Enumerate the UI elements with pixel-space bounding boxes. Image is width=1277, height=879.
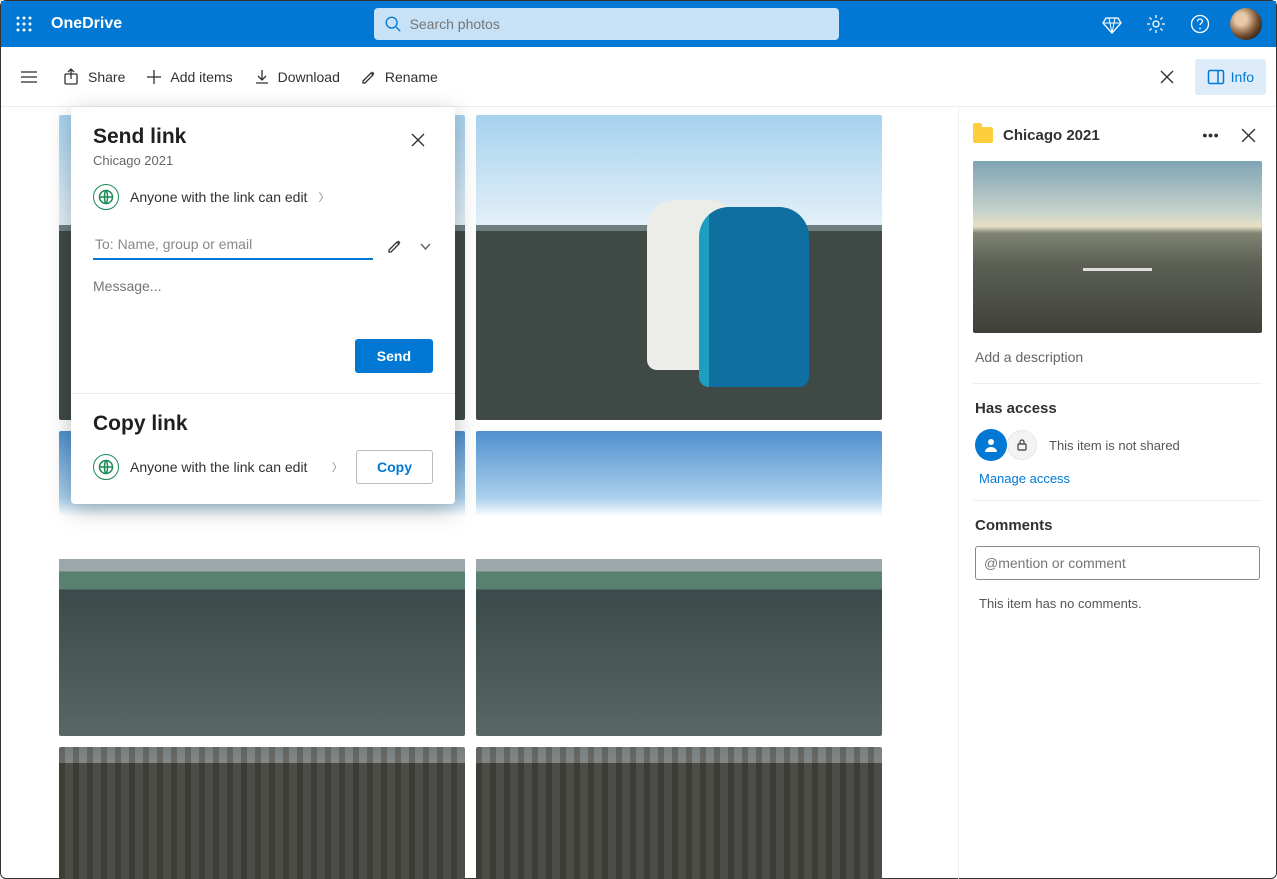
add-description-field[interactable]: Add a description <box>973 343 1262 383</box>
details-close-button[interactable] <box>1234 121 1262 149</box>
comment-input[interactable] <box>984 555 1251 571</box>
permissions-dropdown-button[interactable] <box>417 232 433 260</box>
copy-permission-text: Anyone with the link can edit <box>130 459 321 475</box>
add-items-button[interactable]: Add items <box>135 59 242 95</box>
search-box[interactable] <box>374 8 839 40</box>
link-permission-button[interactable]: Anyone with the link can edit 〉 <box>93 184 433 210</box>
close-icon <box>1241 128 1256 143</box>
permission-text: Anyone with the link can edit <box>130 189 307 205</box>
copy-link-title: Copy link <box>93 412 433 436</box>
download-icon <box>253 68 271 86</box>
shared-status-text: This item is not shared <box>1049 438 1180 453</box>
send-button[interactable]: Send <box>355 339 433 373</box>
share-icon <box>63 68 81 86</box>
no-comments-text: This item has no comments. <box>975 580 1260 627</box>
close-icon <box>411 133 425 147</box>
brand-label[interactable]: OneDrive <box>47 15 122 33</box>
details-more-button[interactable] <box>1196 121 1224 149</box>
rename-button[interactable]: Rename <box>350 59 448 95</box>
gear-icon <box>1146 14 1166 34</box>
info-label: Info <box>1231 69 1254 85</box>
nav-toggle-button[interactable] <box>11 59 47 95</box>
premium-button[interactable] <box>1090 1 1134 47</box>
share-button[interactable]: Share <box>53 59 135 95</box>
owner-badge[interactable] <box>975 429 1007 461</box>
details-thumbnail[interactable] <box>973 161 1262 333</box>
help-icon <box>1190 14 1210 34</box>
settings-button[interactable] <box>1134 1 1178 47</box>
info-pane-icon <box>1207 68 1225 86</box>
edit-permissions-button[interactable] <box>381 232 409 260</box>
comments-section: Comments This item has no comments. <box>973 500 1262 639</box>
share-label: Share <box>88 69 125 85</box>
photo-tile[interactable] <box>476 115 882 420</box>
details-pane: Chicago 2021 Add a description Has acces… <box>958 107 1276 879</box>
recipients-input[interactable] <box>93 232 373 260</box>
send-link-title: Send link <box>93 125 403 149</box>
dialog-close-button[interactable] <box>403 125 433 155</box>
details-title: Chicago 2021 <box>1003 127 1186 144</box>
header-actions <box>1090 1 1276 47</box>
send-link-subject: Chicago 2021 <box>93 153 403 168</box>
account-avatar[interactable] <box>1230 8 1262 40</box>
private-badge[interactable] <box>1007 430 1037 460</box>
search-input[interactable] <box>410 16 829 32</box>
download-label: Download <box>278 69 340 85</box>
search-icon <box>384 15 402 33</box>
content-area: Chicago 2021 Add a description Has acces… <box>1 107 1276 879</box>
rename-icon <box>360 68 378 86</box>
person-icon <box>983 437 999 453</box>
access-section: Has access This item is not shared Manag… <box>973 383 1262 500</box>
add-items-label: Add items <box>170 69 232 85</box>
folder-icon <box>973 127 993 143</box>
photo-tile[interactable] <box>476 431 882 736</box>
chevron-right-icon: 〉 <box>318 189 329 205</box>
pencil-icon <box>387 238 403 254</box>
diamond-icon <box>1102 14 1122 34</box>
comments-heading: Comments <box>975 517 1260 534</box>
rename-label: Rename <box>385 69 438 85</box>
chevron-down-icon <box>420 241 431 252</box>
copy-button[interactable]: Copy <box>356 450 433 484</box>
close-icon <box>1160 70 1174 84</box>
app-header: OneDrive <box>1 1 1276 47</box>
manage-access-link[interactable]: Manage access <box>975 471 1070 486</box>
photo-tile[interactable] <box>59 747 465 879</box>
gallery-row <box>59 747 958 879</box>
close-selection-button[interactable] <box>1149 59 1185 95</box>
help-button[interactable] <box>1178 1 1222 47</box>
download-button[interactable]: Download <box>243 59 350 95</box>
more-icon <box>1203 128 1218 143</box>
access-heading: Has access <box>975 400 1260 417</box>
comment-box[interactable] <box>975 546 1260 580</box>
access-row: This item is not shared <box>975 429 1260 461</box>
search-wrap <box>122 8 1090 40</box>
hamburger-icon <box>20 68 38 86</box>
waffle-icon <box>16 16 32 32</box>
globe-icon <box>93 454 119 480</box>
photo-tile[interactable] <box>476 747 882 879</box>
details-header: Chicago 2021 <box>973 121 1262 149</box>
info-toggle-button[interactable]: Info <box>1195 59 1266 95</box>
globe-icon <box>93 184 119 210</box>
chevron-right-icon: 〉 <box>332 459 345 475</box>
plus-icon <box>145 68 163 86</box>
share-dialog: Send link Chicago 2021 Anyone with the l… <box>71 107 455 504</box>
command-bar: Share Add items Download Rename Info <box>1 47 1276 107</box>
app-launcher-button[interactable] <box>1 1 47 47</box>
lock-icon <box>1015 438 1029 452</box>
message-input[interactable] <box>93 278 433 324</box>
